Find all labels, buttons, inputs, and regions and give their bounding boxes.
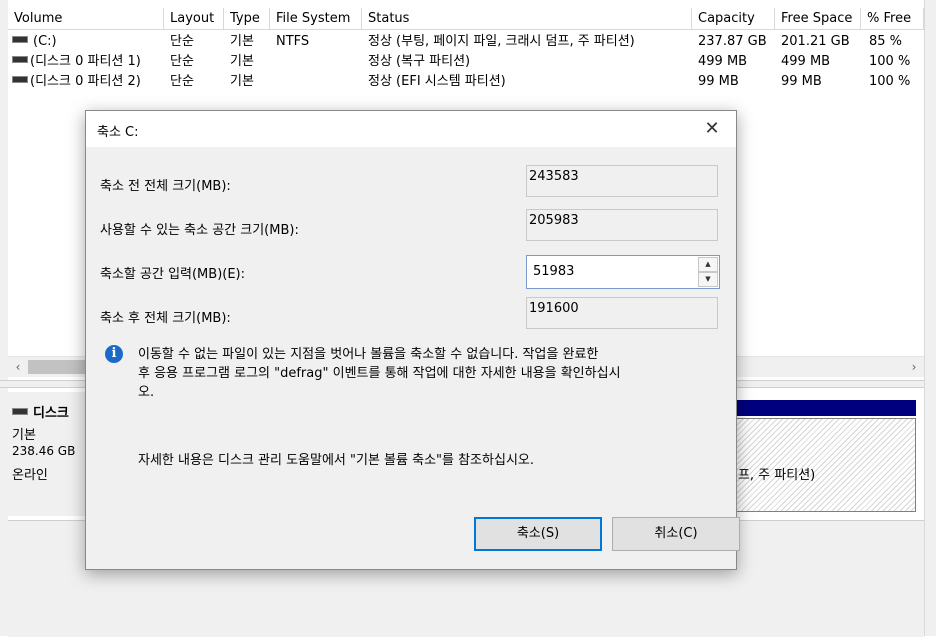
volume-layout: 단순	[170, 34, 194, 49]
vertical-scrollbar[interactable]	[924, 0, 936, 636]
shrink-amount-label: 축소할 공간 입력(MB)(E):	[100, 267, 246, 282]
window-left-edge	[0, 0, 8, 636]
disk-state: 온라인	[12, 468, 48, 483]
info-icon: i	[105, 345, 123, 363]
cancel-button[interactable]: 취소(C)	[612, 517, 740, 551]
shrink-amount-input[interactable]: 51983	[533, 264, 574, 279]
volume-status: 정상 (부팅, 페이지 파일, 크래시 덤프, 주 파티션)	[368, 34, 635, 49]
scroll-right-icon[interactable]: ›	[904, 357, 924, 377]
volume-type: 기본	[230, 34, 254, 49]
table-row-volume[interactable]: (C:)	[12, 32, 162, 52]
disk-icon	[12, 408, 28, 415]
help-text: 자세한 내용은 디스크 관리 도움말에서 "기본 볼륨 축소"를 참조하십시오.	[138, 453, 534, 468]
volume-status: 정상 (복구 파티션)	[368, 54, 471, 69]
volume-icon	[12, 36, 28, 43]
info-message-line1: 이동할 수 없는 파일이 있는 지점을 벗어나 볼륨을 축소할 수 없습니다. …	[138, 347, 599, 362]
total-after-label: 축소 후 전체 크기(MB):	[100, 311, 231, 326]
column-header-layout[interactable]: Layout	[164, 8, 224, 30]
volume-capacity: 99 MB	[698, 74, 739, 89]
shrink-amount-stepper[interactable]: 51983 ▲ ▼	[526, 255, 720, 289]
column-header-file-system[interactable]: File System	[270, 8, 362, 30]
table-row-volume[interactable]: (디스크 0 파티션 1)	[12, 52, 168, 72]
info-message-line2: 후 응용 프로그램 로그의 "defrag" 이벤트를 통해 작업에 대한 자세…	[138, 366, 621, 381]
volume-free-space: 99 MB	[781, 74, 822, 89]
spin-down-icon[interactable]: ▼	[698, 272, 718, 287]
disk-type: 기본	[12, 428, 36, 443]
scroll-left-icon[interactable]: ‹	[8, 357, 28, 377]
volume-free-space: 201.21 GB	[781, 34, 850, 49]
column-header-volume[interactable]: Volume	[8, 8, 164, 30]
disk-size: 238.46 GB	[12, 444, 76, 458]
table-row-volume[interactable]: (디스크 0 파티션 2)	[12, 72, 168, 92]
column-header-capacity[interactable]: Capacity	[692, 8, 775, 30]
volume-percent-free: 85 %	[869, 34, 903, 49]
volume-icon	[12, 76, 28, 83]
info-message-line3: 오.	[138, 385, 155, 400]
volume-layout: 단순	[170, 74, 194, 89]
disk-name: 디스크	[33, 406, 69, 421]
available-space-value: 205983	[526, 209, 718, 241]
volume-capacity: 499 MB	[698, 54, 748, 69]
volume-status: 정상 (EFI 시스템 파티션)	[368, 74, 506, 89]
volume-file-system: NTFS	[276, 34, 310, 49]
total-after-value: 191600	[526, 297, 718, 329]
total-before-value: 243583	[526, 165, 718, 197]
available-space-label: 사용할 수 있는 축소 공간 크기(MB):	[100, 223, 299, 238]
volume-name: (디스크 0 파티션 2)	[30, 74, 141, 89]
partition-label: 덤프, 주 파티션)	[726, 468, 816, 483]
disk-info-panel[interactable]: 디스크 기본 238.46 GB 온라인	[8, 392, 88, 516]
column-header-status[interactable]: Status	[362, 8, 692, 30]
dialog-title: 축소 C:	[97, 125, 139, 140]
volume-layout: 단순	[170, 54, 194, 69]
dialog-title-bar: 축소 C: ✕	[86, 111, 736, 147]
close-icon[interactable]: ✕	[702, 119, 722, 139]
volume-name: (디스크 0 파티션 1)	[30, 54, 141, 69]
column-header-free-space[interactable]: Free Space	[775, 8, 861, 30]
volume-percent-free: 100 %	[869, 54, 911, 69]
column-header-type[interactable]: Type	[224, 8, 270, 30]
total-before-label: 축소 전 전체 크기(MB):	[100, 179, 231, 194]
volume-free-space: 499 MB	[781, 54, 831, 69]
spin-up-icon[interactable]: ▲	[698, 257, 718, 272]
volume-percent-free: 100 %	[869, 74, 911, 89]
volume-type: 기본	[230, 54, 254, 69]
volume-icon	[12, 56, 28, 63]
shrink-button[interactable]: 축소(S)	[474, 517, 602, 551]
column-header-percent-free[interactable]: % Free	[861, 8, 924, 30]
volume-type: 기본	[230, 74, 254, 89]
shrink-dialog: 축소 C: ✕ 축소 전 전체 크기(MB): 243583 사용할 수 있는 …	[85, 110, 740, 570]
partition-header-bar	[720, 400, 916, 416]
volume-name: (C:)	[33, 34, 57, 49]
volume-capacity: 237.87 GB	[698, 34, 767, 49]
